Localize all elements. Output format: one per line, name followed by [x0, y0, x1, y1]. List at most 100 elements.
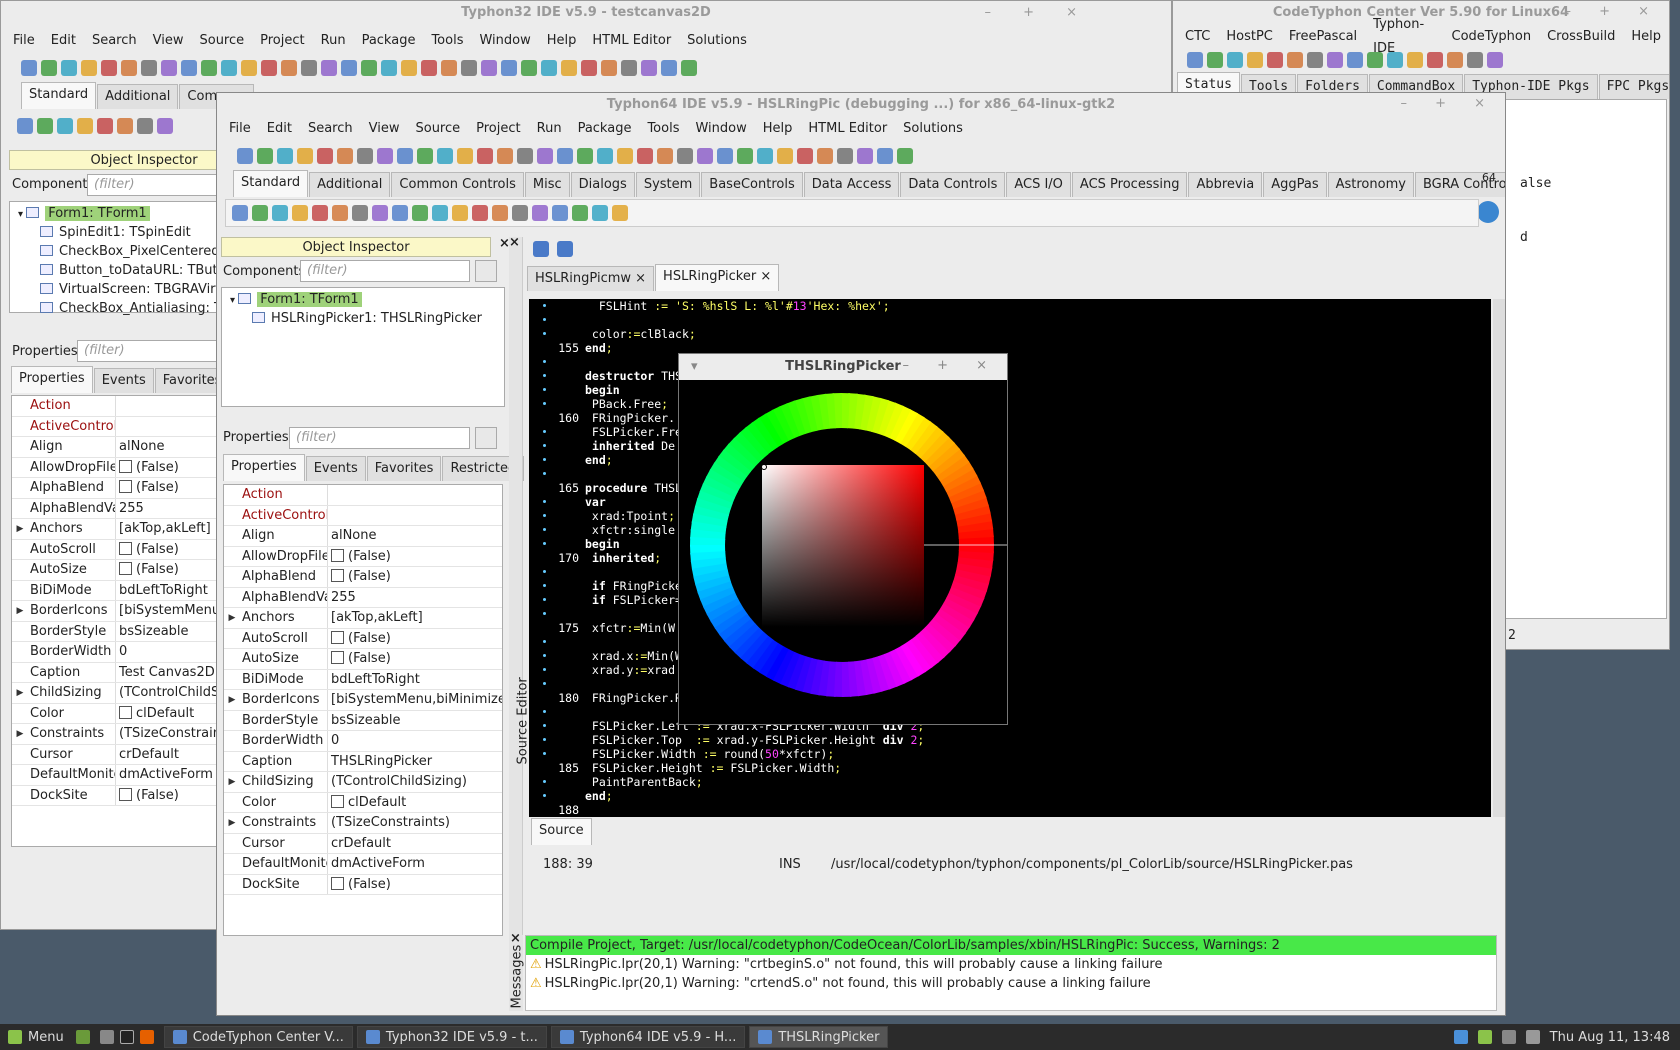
toolbar-tool-icon[interactable] — [357, 148, 373, 164]
nav-back-icon[interactable] — [533, 241, 549, 257]
breakpoint-dot[interactable] — [543, 598, 546, 601]
property-value[interactable]: 0 — [328, 731, 502, 751]
breakpoint-dot[interactable] — [543, 360, 546, 363]
toolbar-tool-icon[interactable] — [661, 60, 677, 76]
task-typhon64-ide-v5-9-h[interactable]: Typhon64 IDE v5.9 - H... — [550, 1026, 746, 1048]
ctc-tool-icon[interactable] — [1267, 52, 1283, 68]
ctc-tool-icon[interactable] — [1367, 52, 1383, 68]
menu-codetyphon[interactable]: CodeTyphon — [1444, 25, 1540, 49]
checkbox[interactable] — [331, 651, 344, 664]
clock[interactable]: Thu Aug 11, 13:48 — [1550, 1030, 1670, 1045]
editor-scrollbar[interactable] — [1493, 299, 1505, 817]
property-value[interactable]: (False) — [328, 649, 502, 669]
palette-tab-system[interactable]: System — [635, 172, 701, 197]
code-editor[interactable]: FSLHint := 'S: %hslS L: %l'#13'Hex: %hex… — [529, 299, 1491, 817]
breakpoint-dot[interactable] — [543, 402, 546, 405]
menu-search[interactable]: Search — [84, 29, 145, 53]
palette-tab-dialogs[interactable]: Dialogs — [570, 172, 635, 197]
component-icon[interactable] — [37, 118, 53, 134]
toolbar-tool-icon[interactable] — [501, 60, 517, 76]
palette-tab-standard[interactable]: Standard — [21, 82, 97, 109]
property-value[interactable]: [biSystemMenu,biMinimize — [328, 690, 502, 710]
expand-icon[interactable]: ▶ — [12, 724, 28, 744]
breakpoint-dot[interactable] — [543, 570, 546, 573]
component-icon[interactable] — [332, 205, 348, 221]
ctc-tab-fpc-pkgs[interactable]: FPC Pkgs — [1598, 74, 1669, 99]
component-icon[interactable] — [352, 205, 368, 221]
palette-tab-data-controls[interactable]: Data Controls — [900, 172, 1006, 197]
component-icon[interactable] — [157, 118, 173, 134]
window-controls[interactable]: – + × — [1400, 96, 1497, 111]
toolbar-tool-icon[interactable] — [241, 60, 257, 76]
breakpoint-dot[interactable] — [543, 444, 546, 447]
property-row[interactable]: Action — [224, 485, 502, 506]
breakpoint-dot[interactable] — [543, 542, 546, 545]
breakpoint-dot[interactable] — [543, 654, 546, 657]
expand-icon[interactable]: ▶ — [12, 601, 28, 621]
show-desktop-icon[interactable] — [75, 1030, 90, 1044]
property-row[interactable]: Align alNone — [224, 526, 502, 547]
toolbar-tool-icon[interactable] — [717, 148, 733, 164]
checkbox[interactable] — [119, 705, 132, 719]
toolbar-tool-icon[interactable] — [777, 148, 793, 164]
component-icon[interactable] — [392, 205, 408, 221]
editor-tab-hslringpicker[interactable]: HSLRingPicker × — [655, 264, 780, 291]
nav-forward-icon[interactable] — [557, 241, 573, 257]
breakpoint-dot[interactable] — [543, 318, 546, 321]
toolbar-tool-icon[interactable] — [857, 148, 873, 164]
toolbar-tool-icon[interactable] — [817, 148, 833, 164]
window-menu-icon[interactable]: ▾ — [691, 359, 698, 374]
palette-tab-aggpas[interactable]: AggPas — [1263, 172, 1327, 197]
toolbar-tool-icon[interactable] — [221, 60, 237, 76]
checkbox[interactable] — [331, 794, 344, 808]
toolbar-tool-icon[interactable] — [341, 60, 357, 76]
message-warn[interactable]: ⚠ HSLRingPic.lpr(20,1) Warning: "crtbegin… — [526, 955, 1496, 974]
toolbar-tool-icon[interactable] — [557, 148, 573, 164]
component-icon[interactable] — [292, 205, 308, 221]
toolbar-tool-icon[interactable] — [581, 60, 597, 76]
ctc-tool-icon[interactable] — [1447, 52, 1463, 68]
breakpoint-dot[interactable] — [543, 304, 546, 307]
property-row[interactable]: ▶ Anchors [akTop,akLeft] — [224, 608, 502, 629]
property-row[interactable]: AlphaBlend (False) — [224, 567, 502, 588]
breakpoint-dot[interactable] — [543, 752, 546, 755]
firefox-icon[interactable] — [139, 1030, 154, 1044]
message-warn[interactable]: ⚠ HSLRingPic.lpr(20,1) Warning: "crtendS.… — [526, 974, 1496, 993]
toolbar-tool-icon[interactable] — [21, 60, 37, 76]
menu-help[interactable]: Help — [755, 117, 801, 141]
network-icon[interactable] — [1453, 1030, 1468, 1044]
component-icon[interactable] — [17, 118, 33, 134]
toolbar-tool-icon[interactable] — [457, 148, 473, 164]
toolbar-tool-icon[interactable] — [261, 60, 277, 76]
menu-tools[interactable]: Tools — [423, 29, 471, 53]
property-value[interactable]: (TSizeConstraints) — [328, 813, 502, 833]
toolbar-tool-icon[interactable] — [121, 60, 137, 76]
menu-search[interactable]: Search — [300, 117, 361, 141]
property-row[interactable]: AutoScroll (False) — [224, 628, 502, 649]
breakpoint-dot[interactable] — [543, 332, 546, 335]
property-row[interactable]: DefaultMonitordmActiveForm — [224, 854, 502, 875]
property-row[interactable]: ActiveControl — [224, 505, 502, 526]
toolbar-tool-icon[interactable] — [401, 60, 417, 76]
toolbar-tool-icon[interactable] — [697, 148, 713, 164]
ctc-tool-icon[interactable] — [1307, 52, 1323, 68]
filter-options-button[interactable] — [475, 260, 497, 282]
property-row[interactable]: DockSite (False) — [224, 874, 502, 895]
property-row[interactable]: BorderWidth 0 — [224, 731, 502, 752]
task-codetyphon-center-v[interactable]: CodeTyphon Center V... — [163, 1026, 353, 1048]
breakpoint-dot[interactable] — [543, 458, 546, 461]
property-value[interactable]: THSLRingPicker — [328, 752, 502, 772]
property-value[interactable]: alNone — [328, 526, 502, 546]
toolbar-tool-icon[interactable] — [397, 148, 413, 164]
toolbar-tool-icon[interactable] — [677, 148, 693, 164]
component-icon[interactable] — [372, 205, 388, 221]
checkbox[interactable] — [331, 569, 344, 582]
component-icon[interactable] — [97, 118, 113, 134]
toolbar-tool-icon[interactable] — [481, 60, 497, 76]
tree-item[interactable]: ▾ Form1: TForm1 — [222, 290, 504, 309]
expand-icon[interactable]: ▶ — [224, 608, 240, 628]
breakpoint-dot[interactable] — [543, 514, 546, 517]
property-value[interactable] — [328, 485, 502, 505]
breakpoint-dot[interactable] — [543, 472, 546, 475]
menu-crossbuild[interactable]: CrossBuild — [1539, 25, 1623, 49]
